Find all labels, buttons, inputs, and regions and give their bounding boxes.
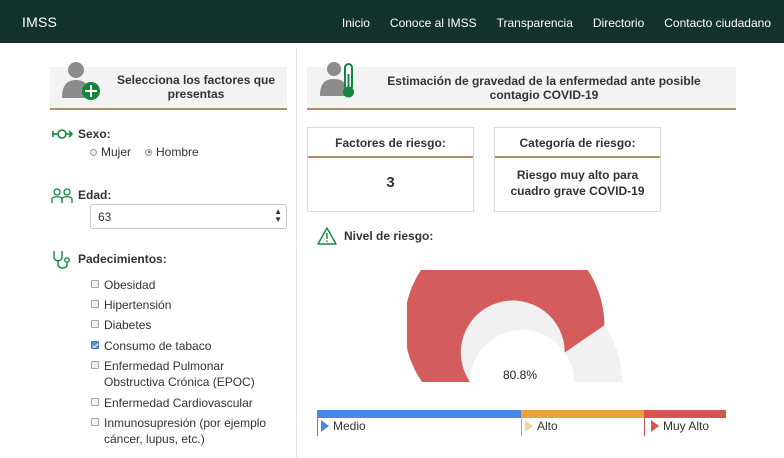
radio-mujer[interactable] [90,148,97,156]
legend-alto: Alto [525,419,558,433]
gauge-value: 80.8% [502,368,538,382]
age-select-value: 63 [98,210,112,224]
condition-label: Enfermedad Pulmonar Obstructiva Crónica … [104,359,255,389]
legend-bar-muy-alto [644,410,726,418]
condition-obesidad[interactable]: Obesidad [91,277,155,293]
age-select[interactable]: 63 ▲ ▼ [90,204,287,229]
condition-label: Hipertensión [104,298,172,312]
gender-icon [52,129,73,139]
risk-category-card: Categoría de riesgo: Riesgo muy alto par… [494,127,661,212]
select-arrows-icon: ▲ ▼ [274,207,282,224]
condition-label: Diabetes [104,318,152,332]
people-icon [51,188,73,203]
legend-muy-alto-label: Muy Alto [663,419,710,433]
radio-mujer-label[interactable]: Mujer [101,145,131,159]
patient-thermometer-icon [320,62,354,98]
triangle-right-icon [651,420,659,432]
stethoscope-icon [53,251,70,269]
checkbox[interactable] [91,398,99,406]
checkbox[interactable] [91,361,99,369]
nav-link-inicio[interactable]: Inicio [342,16,370,30]
condition-hipertension[interactable]: Hipertensión [91,297,171,313]
legend-medio: Medio [321,419,366,433]
legend-separator [644,418,645,436]
condition-cardiovascular[interactable]: Enfermedad Cardiovascular [91,395,253,411]
condition-label: Enfermedad Cardiovascular [104,396,253,410]
brand-logo[interactable]: IMSS [22,14,57,30]
age-label: Edad: [78,188,112,202]
nav-link-directorio[interactable]: Directorio [593,16,644,30]
panel-divider [296,48,297,458]
risk-category-title: Categoría de riesgo: [495,128,660,158]
condition-label: Inmunosupresión (por ejemplo cáncer, lup… [104,416,267,446]
risk-level-label: Nivel de riesgo: [344,229,434,243]
estimation-panel-header: Estimación de gravedad de la enfermedad … [307,67,736,110]
legend-bar-alto [521,410,644,418]
top-navbar: IMSS Inicio Conoce al IMSS Transparencia… [0,0,784,43]
condition-diabetes[interactable]: Diabetes [91,317,151,333]
warning-icon [317,227,337,245]
checkbox[interactable] [91,280,99,288]
sex-radio-group: Mujer Hombre [90,145,199,159]
legend-separator [521,418,522,436]
risk-factors-value: 3 [386,174,395,191]
triangle-right-icon [321,420,329,432]
legend-muy-alto: Muy Alto [651,419,709,433]
triangle-right-icon [525,420,533,432]
nav-link-transparencia[interactable]: Transparencia [497,16,573,30]
factors-panel-title: Selecciona los factores que presentas [116,73,276,101]
condition-tabaco[interactable]: Consumo de tabaco [91,338,211,354]
radio-hombre-label[interactable]: Hombre [156,145,199,159]
risk-factors-card: Factores de riesgo: 3 [307,127,474,212]
user-add-icon [62,62,100,100]
nav-link-contacto[interactable]: Contacto ciudadano [664,16,771,30]
condition-inmunosupresion[interactable]: Inmunosupresión (por ejemplo cáncer, lup… [91,415,281,447]
condition-epoc[interactable]: Enfermedad Pulmonar Obstructiva Crónica … [91,358,281,390]
estimation-panel-title: Estimación de gravedad de la enfermedad … [387,74,701,102]
condition-label: Consumo de tabaco [104,339,212,353]
radio-hombre[interactable] [145,148,153,156]
legend-medio-label: Medio [333,419,366,433]
checkbox[interactable] [91,418,99,426]
sex-label: Sexo: [78,127,111,141]
checkbox[interactable] [91,300,99,308]
nav-links: Inicio Conoce al IMSS Transparencia Dire… [342,16,771,30]
legend-bar-medio [317,410,521,418]
checkbox[interactable] [91,320,99,328]
checkbox-checked[interactable] [91,341,99,349]
legend-alto-label: Alto [537,419,558,433]
legend-separator [317,418,318,436]
condition-label: Obesidad [104,278,156,292]
risk-category-value: Riesgo muy alto para cuadro grave COVID-… [510,168,645,198]
risk-factors-title: Factores de riesgo: [308,128,473,158]
conditions-label: Padecimientos: [78,252,167,266]
nav-link-conoce[interactable]: Conoce al IMSS [390,16,477,30]
